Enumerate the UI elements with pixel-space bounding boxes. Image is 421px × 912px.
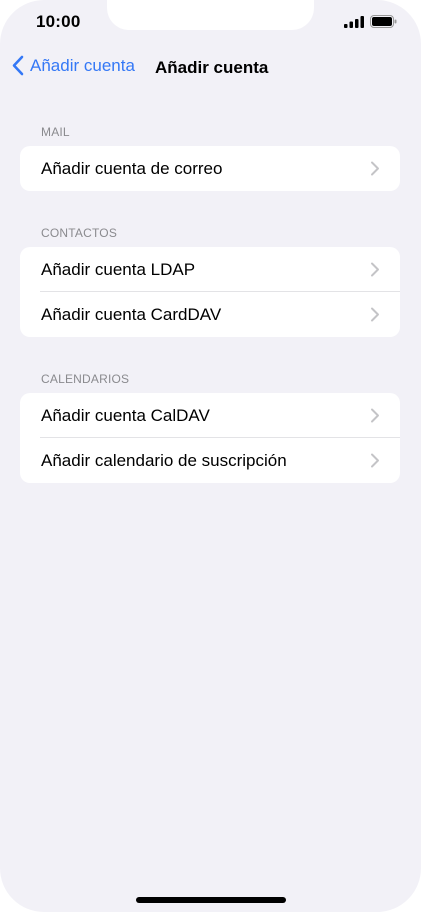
phone-screen: 10:00 Añadir cuenta Añadir cuenta MAIL A…: [0, 0, 421, 912]
chevron-right-icon: [371, 408, 379, 423]
home-indicator[interactable]: [136, 897, 286, 903]
chevron-left-icon: [12, 55, 24, 76]
chevron-right-icon: [371, 161, 379, 176]
page-title: Añadir cuenta: [155, 58, 269, 77]
row-label: Añadir cuenta CalDAV: [41, 405, 210, 425]
section-header-mail: MAIL: [41, 125, 70, 139]
chevron-right-icon: [371, 307, 379, 322]
cellular-signal-icon: [344, 15, 364, 28]
status-time: 10:00: [36, 12, 81, 31]
group-mail: Añadir cuenta de correo: [20, 146, 400, 191]
row-label: Añadir cuenta de correo: [41, 158, 223, 178]
section-header-contacts: CONTACTOS: [41, 226, 118, 240]
section-header-calendars: CALENDARIOS: [41, 372, 130, 386]
add-ldap-account-row[interactable]: Añadir cuenta LDAP: [20, 247, 400, 292]
group-contacts: Añadir cuenta LDAP Añadir cuenta CardDAV: [20, 247, 400, 337]
add-mail-account-row[interactable]: Añadir cuenta de correo: [20, 146, 400, 191]
back-button-label: Añadir cuenta: [30, 55, 135, 75]
back-button[interactable]: Añadir cuenta: [12, 55, 135, 76]
row-label: Añadir calendario de suscripción: [41, 450, 287, 470]
add-subscribed-calendar-row[interactable]: Añadir calendario de suscripción: [20, 438, 400, 483]
chevron-right-icon: [371, 453, 379, 468]
add-caldav-account-row[interactable]: Añadir cuenta CalDAV: [20, 393, 400, 438]
row-label: Añadir cuenta CardDAV: [41, 304, 222, 324]
row-label: Añadir cuenta LDAP: [41, 259, 196, 279]
add-carddav-account-row[interactable]: Añadir cuenta CardDAV: [20, 292, 400, 337]
group-calendars: Añadir cuenta CalDAV Añadir calendario d…: [20, 393, 400, 483]
chevron-right-icon: [371, 262, 379, 277]
status-icons: [344, 15, 397, 28]
notch: [107, 0, 314, 30]
navigation-bar: Añadir cuenta Añadir cuenta: [0, 50, 421, 86]
battery-icon: [370, 15, 397, 28]
